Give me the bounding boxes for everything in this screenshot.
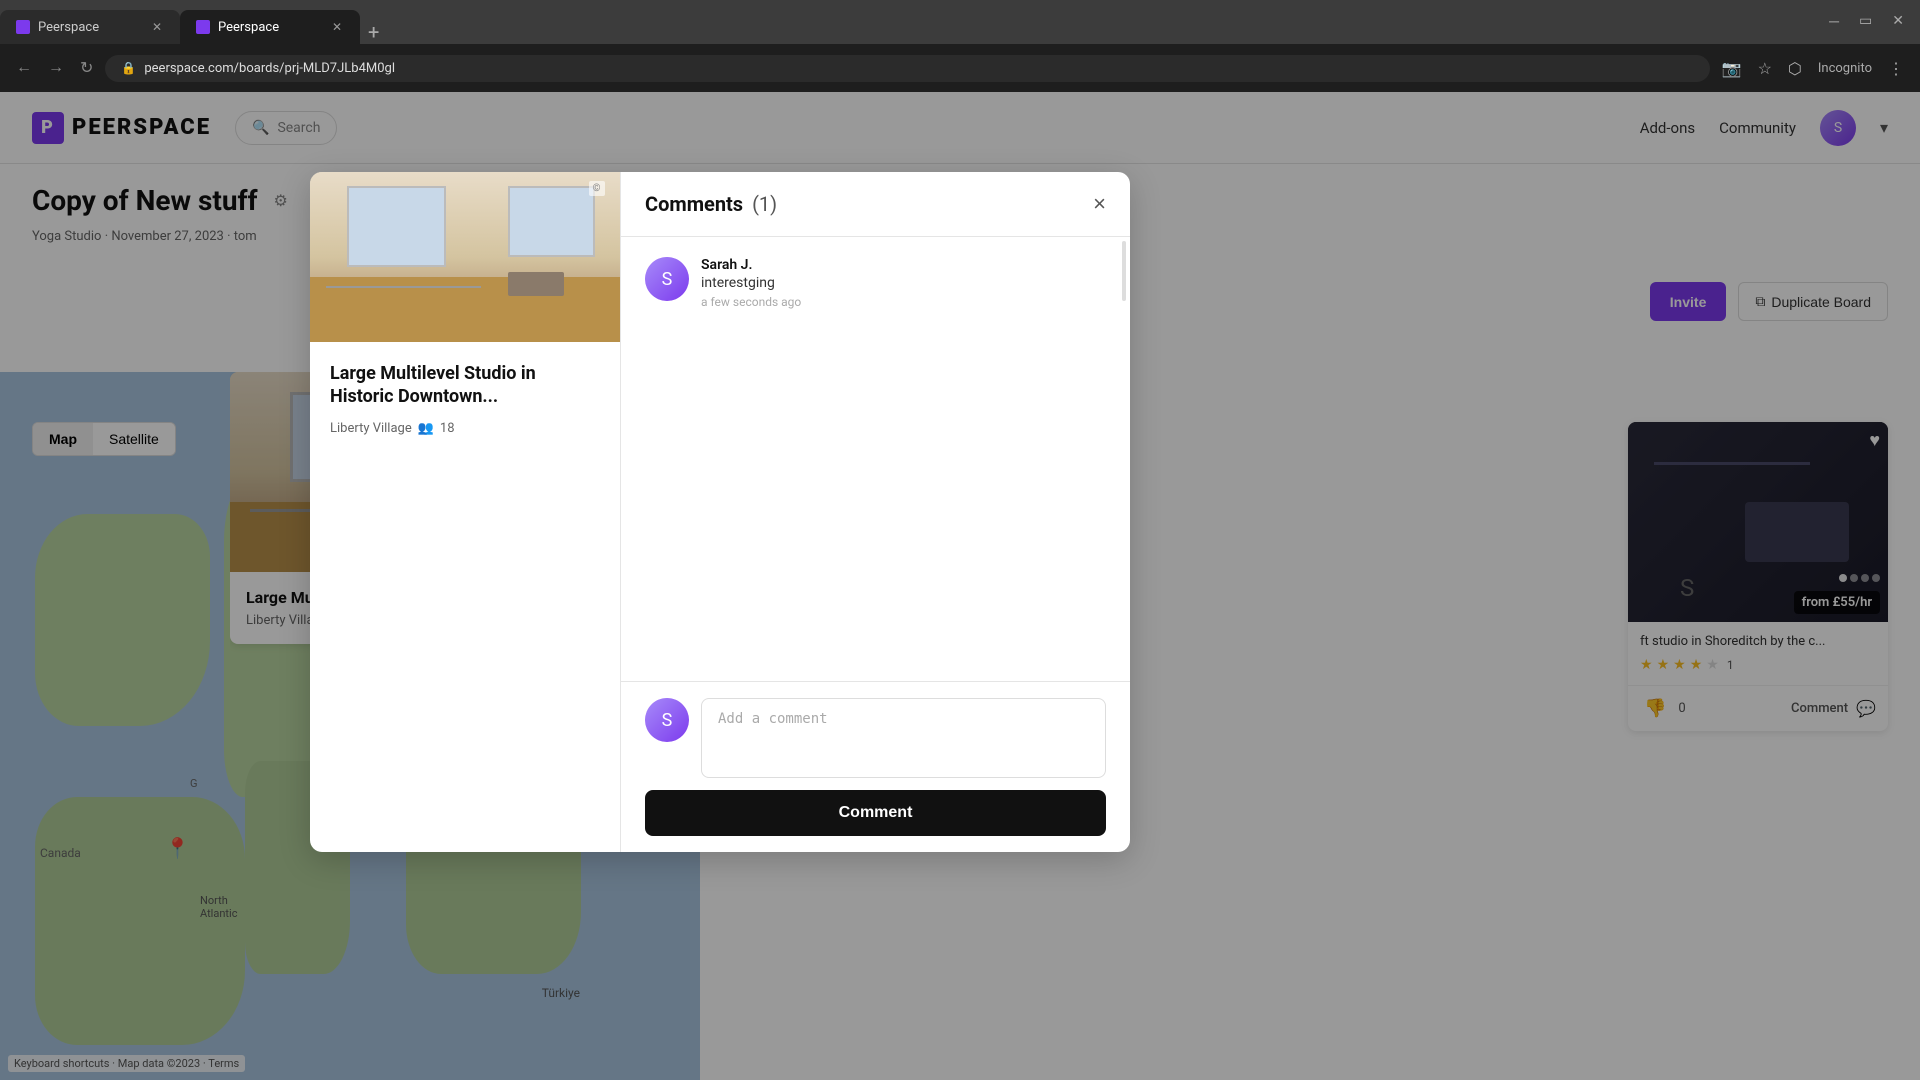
lock-icon: 🔒 — [121, 61, 136, 75]
minimize-button[interactable]: ─ — [1821, 9, 1847, 33]
modal-listing-image: © — [310, 172, 620, 342]
comments-title: Comments (1) — [645, 192, 777, 216]
close-window-button[interactable]: ✕ — [1884, 8, 1912, 33]
incognito-label: Incognito — [1814, 57, 1876, 80]
modal-people-icon: 👥 — [418, 421, 434, 436]
modal-listing-meta: Liberty Village 👥 18 — [330, 421, 600, 436]
comments-count: (1) — [752, 192, 777, 216]
back-button[interactable]: ← — [12, 55, 36, 81]
modal-capacity: 18 — [440, 421, 455, 436]
avatar-image: S — [645, 257, 689, 301]
comment-submit-button[interactable]: Comment — [645, 790, 1106, 836]
address-bar-row: ← → ↻ 🔒 peerspace.com/boards/prj-MLD7JLb… — [0, 44, 1920, 92]
reload-button[interactable]: ↻ — [76, 54, 97, 82]
comments-list: S Sarah J. interestging a few seconds ag… — [621, 237, 1130, 681]
comment-time: a few seconds ago — [701, 295, 1106, 309]
star-icon[interactable]: ☆ — [1754, 55, 1776, 82]
comment-input-field[interactable] — [701, 698, 1106, 778]
comments-modal: © Large Multilevel Studio in Historic Do… — [310, 172, 1130, 852]
comment-author: Sarah J. — [701, 257, 1106, 273]
comment-text: interestging — [701, 275, 1106, 291]
tab-2-title: Peerspace — [218, 20, 322, 35]
modal-location: Liberty Village — [330, 421, 412, 436]
modal-left-panel: © Large Multilevel Studio in Historic Do… — [310, 172, 620, 852]
tab-1-favicon — [16, 20, 30, 34]
page: P PEERSPACE 🔍 Search Add-ons Community S… — [0, 92, 1920, 1080]
menu-icon[interactable]: ⋮ — [1884, 55, 1908, 82]
modal-left-body: Large Multilevel Studio in Historic Down… — [310, 342, 620, 456]
extensions-icon[interactable]: ⬡ — [1784, 55, 1806, 82]
comment-body: Sarah J. interestging a few seconds ago — [701, 257, 1106, 309]
comment-item: S Sarah J. interestging a few seconds ag… — [645, 257, 1106, 309]
scroll-indicator — [1122, 241, 1126, 301]
close-modal-button[interactable]: × — [1093, 193, 1106, 215]
tab-2-close[interactable]: ✕ — [330, 18, 344, 36]
camera-icon[interactable]: 📷 — [1718, 55, 1746, 82]
browser-actions: 📷 ☆ ⬡ Incognito ⋮ — [1718, 55, 1908, 82]
modal-listing-title: Large Multilevel Studio in Historic Down… — [330, 362, 600, 409]
comment-input-row: S — [645, 698, 1106, 778]
forward-button[interactable]: → — [44, 55, 68, 81]
comment-avatar: S — [645, 257, 689, 301]
window-controls: ─ ▭ ✕ — [1813, 0, 1920, 41]
address-bar[interactable]: 🔒 peerspace.com/boards/prj-MLD7JLb4M0gl — [105, 55, 1709, 82]
tab-1-title: Peerspace — [38, 20, 142, 35]
maximize-button[interactable]: ▭ — [1851, 8, 1880, 33]
comments-header: Comments (1) × — [621, 172, 1130, 237]
url-text: peerspace.com/boards/prj-MLD7JLb4M0gl — [144, 61, 395, 76]
modal-right-panel: Comments (1) × S Sarah J. — [620, 172, 1130, 852]
tab-1-close[interactable]: ✕ — [150, 18, 164, 36]
tab-2-favicon — [196, 20, 210, 34]
user-avatar-image: S — [645, 698, 689, 742]
tab-2[interactable]: Peerspace ✕ — [180, 10, 360, 44]
new-tab-button[interactable]: + — [360, 20, 387, 44]
user-avatar: S — [645, 698, 689, 742]
tab-bar: Peerspace ✕ Peerspace ✕ + ─ ▭ ✕ — [0, 0, 1920, 44]
tab-1[interactable]: Peerspace ✕ — [0, 10, 180, 44]
comments-input-area: S Comment — [621, 681, 1130, 852]
modal-overlay: © Large Multilevel Studio in Historic Do… — [0, 92, 1920, 1080]
